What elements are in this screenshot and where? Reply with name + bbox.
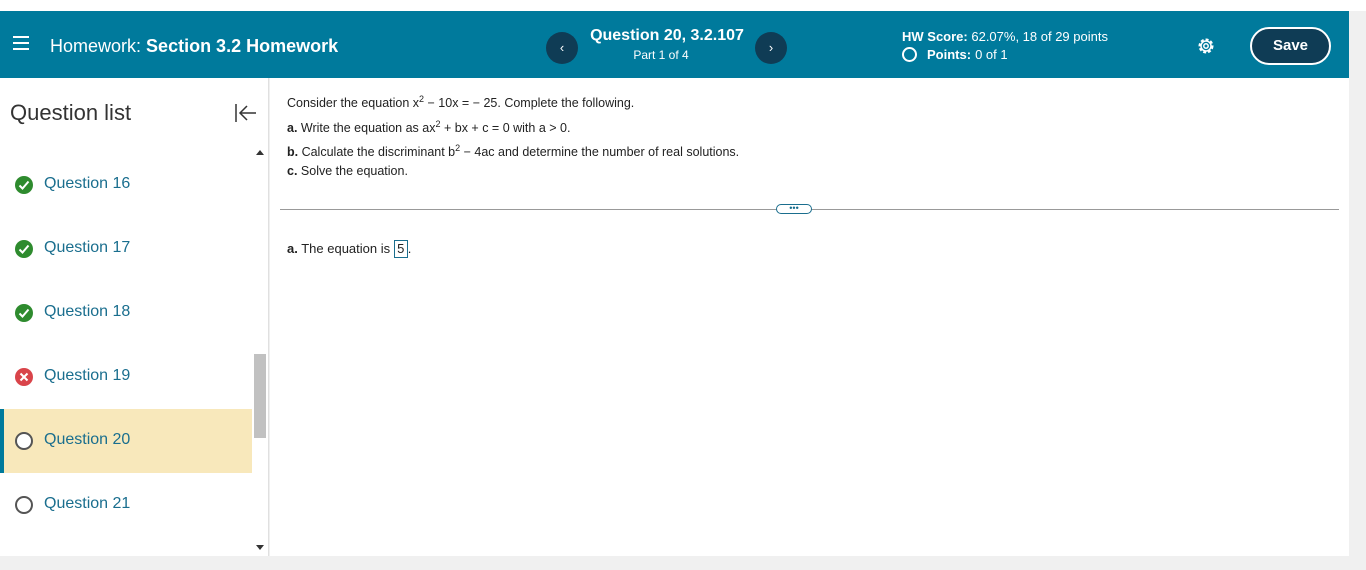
problem-intro: Consider the equation x2 − 10x = − 25. C… bbox=[287, 94, 634, 110]
part-text: Write the equation as ax bbox=[297, 121, 436, 136]
question-item-16[interactable]: Question 16 bbox=[0, 153, 252, 217]
part-label: b. bbox=[287, 145, 299, 160]
x-icon bbox=[15, 368, 33, 386]
homework-name: Section 3.2 Homework bbox=[146, 36, 339, 56]
answer-input[interactable]: 5 bbox=[393, 240, 408, 258]
save-button[interactable]: Save bbox=[1250, 27, 1331, 65]
question-item-20[interactable]: Question 20 bbox=[0, 409, 252, 473]
homework-prefix: Homework: bbox=[50, 36, 142, 56]
hamburger-icon[interactable] bbox=[13, 36, 29, 50]
question-list-title: Question list bbox=[10, 100, 132, 125]
question-item-label: Question 21 bbox=[44, 495, 131, 512]
question-part: Part 1 of 4 bbox=[633, 48, 689, 62]
homework-title: Homework: Section 3.2 Homework bbox=[50, 36, 338, 57]
circle-icon bbox=[15, 496, 33, 514]
part-text: Calculate the discriminant b bbox=[298, 145, 456, 160]
check-icon bbox=[15, 176, 33, 194]
answer-part-label: a. bbox=[287, 241, 298, 256]
points-label: Points: bbox=[927, 47, 972, 62]
circle-icon bbox=[15, 432, 33, 450]
part-text: + bx + c = 0 with a > 0. bbox=[440, 121, 571, 136]
sidebar-scrollbar[interactable] bbox=[252, 146, 268, 556]
hw-score-value: 62.07%, 18 of 29 points bbox=[971, 29, 1108, 44]
collapse-icon[interactable] bbox=[234, 102, 258, 124]
problem-intro-text: Consider the equation x bbox=[287, 96, 420, 111]
question-item-19[interactable]: Question 19 bbox=[0, 345, 252, 409]
page-scrollbar[interactable] bbox=[1349, 11, 1366, 556]
question-item-label: Question 17 bbox=[44, 239, 131, 256]
top-strip bbox=[0, 0, 1366, 11]
more-button[interactable]: ••• bbox=[776, 204, 812, 214]
part-text: − 4ac and determine the number of real s… bbox=[460, 145, 740, 160]
problem-intro-text: − 10x = − 25. Complete the following. bbox=[424, 96, 635, 111]
header-bar: Homework: Section 3.2 Homework ‹ Questio… bbox=[0, 11, 1349, 78]
question-item-label: Question 18 bbox=[44, 303, 131, 320]
question-item-18[interactable]: Question 18 bbox=[0, 281, 252, 345]
scroll-up-icon[interactable] bbox=[256, 150, 264, 155]
check-icon bbox=[15, 240, 33, 258]
points-circle-icon bbox=[902, 47, 917, 62]
question-content: Consider the equation x2 − 10x = − 25. C… bbox=[270, 78, 1349, 556]
part-text: Solve the equation. bbox=[297, 164, 408, 178]
problem-part-a: a. Write the equation as ax2 + bx + c = … bbox=[287, 119, 570, 135]
problem-part-b: b. Calculate the discriminant b2 − 4ac a… bbox=[287, 143, 739, 159]
question-title: Question 20, 3.2.107 bbox=[590, 27, 744, 44]
answer-text: The equation is bbox=[297, 241, 394, 256]
check-icon bbox=[15, 304, 33, 322]
answer-suffix: . bbox=[407, 241, 412, 256]
hw-score: HW Score: 62.07%, 18 of 29 points bbox=[902, 29, 1108, 44]
question-item-21[interactable]: Question 21 bbox=[0, 473, 252, 537]
points: Points: 0 of 1 bbox=[902, 47, 1008, 62]
question-item-label: Question 16 bbox=[44, 175, 131, 192]
question-item-17[interactable]: Question 17 bbox=[0, 217, 252, 281]
gear-icon[interactable] bbox=[1196, 36, 1216, 56]
question-item-label: Question 20 bbox=[44, 431, 131, 448]
scroll-down-icon[interactable] bbox=[256, 545, 264, 550]
points-value: 0 of 1 bbox=[975, 47, 1008, 62]
previous-question-button[interactable]: ‹ bbox=[546, 32, 578, 64]
hw-score-label: HW Score: bbox=[902, 29, 968, 44]
next-question-button[interactable]: › bbox=[755, 32, 787, 64]
part-label: c. bbox=[287, 164, 298, 178]
question-list-sidebar: Question list Question 16 Question 17 Qu… bbox=[0, 78, 269, 556]
answer-line: a. The equation is 5. bbox=[287, 240, 411, 258]
part-label: a. bbox=[287, 121, 298, 136]
problem-part-c: c. Solve the equation. bbox=[287, 164, 408, 178]
question-item-label: Question 19 bbox=[44, 367, 131, 384]
scroll-thumb[interactable] bbox=[254, 354, 266, 438]
